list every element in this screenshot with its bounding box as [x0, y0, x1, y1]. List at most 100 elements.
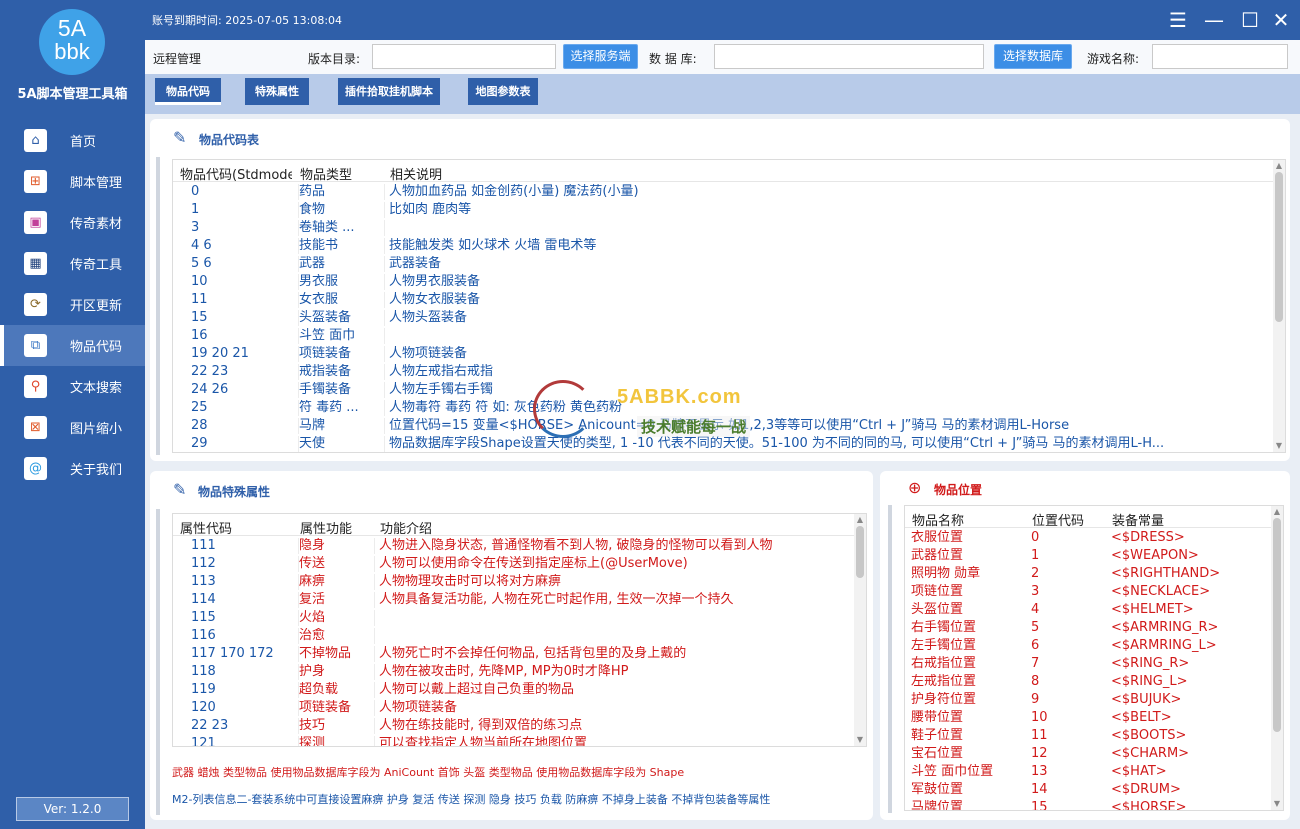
item-position-grid[interactable]: 物品名称 位置代码 装备常量 衣服位置 0 <$DRESS> 武器位置 1 <$WEAPO… [904, 505, 1284, 811]
scroll-up-icon[interactable]: ▲ [1273, 160, 1285, 172]
table-cell: 0 [1031, 530, 1040, 545]
scroll-down-icon[interactable]: ▼ [854, 734, 866, 746]
scroll-up-icon[interactable]: ▲ [1271, 506, 1283, 518]
nav-label: 脚本管理 [70, 176, 123, 191]
nav-item[interactable]: ▦ 传奇工具 [0, 243, 145, 284]
scroll-thumb[interactable] [856, 526, 864, 578]
table-row[interactable]: 左手镯位置 6 <$ARMRING_L> [905, 637, 1283, 655]
tab-special-attributes[interactable]: 特殊属性 [245, 78, 309, 105]
table-row[interactable]: 鞋子位置 11 <$BOOTS> [905, 727, 1283, 745]
table-row[interactable]: 116 治愈 [173, 627, 866, 645]
column-header[interactable]: 物品类型 [300, 164, 352, 183]
table-cell: 13 [1031, 764, 1048, 779]
table-cell: 护身 [299, 664, 375, 680]
minimize-icon[interactable]: — [1202, 8, 1226, 32]
column-header[interactable]: 装备常量 [1112, 510, 1164, 529]
close-icon[interactable]: ✕ [1269, 8, 1293, 32]
table-row[interactable]: 22 23 技巧 人物在练技能时, 得到双倍的练习点 [173, 717, 866, 735]
table-row[interactable]: 121 探测 可以查找指定人物当前所在地图位置 [173, 735, 866, 746]
table-row[interactable]: 119 超负载 人物可以戴上超过自己负重的物品 [173, 681, 866, 699]
table-row[interactable]: 16 斗笠 面巾 [173, 327, 1285, 345]
column-header[interactable]: 物品代码(Stdmode) [180, 164, 292, 183]
column-header[interactable]: 相关说明 [390, 164, 442, 183]
table-row[interactable]: 120 项链装备 人物项链装备 [173, 699, 866, 717]
table-row[interactable]: 1 食物 比如肉 鹿肉等 [173, 201, 1285, 219]
nav-item[interactable]: ⊠ 图片缩小 [0, 407, 145, 448]
table-cell: 探测 [299, 736, 375, 746]
game-name-input[interactable] [1152, 44, 1288, 69]
table-row[interactable]: 军鼓位置 14 <$DRUM> [905, 781, 1283, 799]
special-attr-grid[interactable]: 属性代码 属性功能 功能介绍 111 隐身 人物进入隐身状态, 普通怪物看不到人物,… [172, 513, 867, 747]
table-cell: 121 [191, 736, 299, 746]
divider [888, 505, 892, 813]
menu-icon[interactable]: ☰ [1166, 8, 1190, 32]
remote-manage-label[interactable]: 远程管理 [153, 50, 201, 67]
select-server-button[interactable]: 选择服务端 [563, 44, 638, 69]
table-row[interactable]: 腰带位置 10 <$BELT> [905, 709, 1283, 727]
scrollbar[interactable]: ▲ ▼ [1271, 506, 1283, 810]
table-row[interactable]: 马牌位置 15 <$HORSE> [905, 799, 1283, 810]
scroll-down-icon[interactable]: ▼ [1271, 798, 1283, 810]
table-cell: 人物左手镯右手镯 [389, 382, 494, 397]
table-row[interactable]: 5 6 武器 武器装备 [173, 255, 1285, 273]
table-row[interactable]: 左戒指位置 8 <$RING_L> [905, 673, 1283, 691]
version-dir-input[interactable] [372, 44, 556, 69]
column-header[interactable]: 功能介绍 [380, 518, 432, 537]
table-cell: 技巧 [299, 718, 375, 734]
maximize-icon[interactable]: ☐ [1238, 8, 1262, 32]
table-cell: 22 23 [191, 718, 299, 734]
scroll-thumb[interactable] [1275, 172, 1283, 322]
table-row[interactable]: 115 火焰 [173, 609, 866, 627]
table-row[interactable]: 112 传送 人物可以使用命令在传送到指定座标上(@UserMove) [173, 555, 866, 573]
table-row[interactable]: 117 170 172 不掉物品 人物死亡时不会掉任何物品, 包括背包里的及身上戴的 [173, 645, 866, 663]
nav-item[interactable]: ⊞ 脚本管理 [0, 161, 145, 202]
table-row[interactable]: 22 23 戒指装备 人物左戒指右戒指 [173, 363, 1285, 381]
table-row[interactable]: 111 隐身 人物进入隐身状态, 普通怪物看不到人物, 破隐身的怪物可以看到人物 [173, 537, 866, 555]
select-database-button[interactable]: 选择数据库 [994, 44, 1072, 69]
tab-plugin-script[interactable]: 插件拾取挂机脚本 [338, 78, 440, 105]
column-header[interactable]: 物品名称 [912, 510, 964, 529]
scrollbar[interactable]: ▲ ▼ [1273, 160, 1285, 452]
table-row[interactable]: 右手镯位置 5 <$ARMRING_R> [905, 619, 1283, 637]
nav-item[interactable]: ⟳ 开区更新 [0, 284, 145, 325]
table-row[interactable]: 118 护身 人物在被攻击时, 先降MP, MP为0时才降HP [173, 663, 866, 681]
column-header[interactable]: 位置代码 [1032, 510, 1084, 529]
nav-item[interactable]: ▣ 传奇素材 [0, 202, 145, 243]
nav-item[interactable]: ⌂ 首页 [0, 120, 145, 161]
nav-item[interactable]: ⧉ 物品代码 [0, 325, 145, 366]
table-row[interactable]: 护身符位置 9 <$BUJUK> [905, 691, 1283, 709]
table-row[interactable]: 3 卷轴类 ... [173, 219, 1285, 237]
table-row[interactable]: 10 男衣服 人物男衣服装备 [173, 273, 1285, 291]
table-row[interactable]: 4 6 技能书 技能触发类 如火球术 火墙 雷电术等 [173, 237, 1285, 255]
table-row[interactable]: 照明物 勋章 2 <$RIGHTHAND> [905, 565, 1283, 583]
database-input[interactable] [714, 44, 984, 69]
column-header[interactable]: 属性功能 [300, 518, 352, 537]
table-row[interactable]: 114 复活 人物具备复活功能, 人物在死亡时起作用, 生效一次掉一个持久 [173, 591, 866, 609]
nav-item[interactable]: @ 关于我们 [0, 448, 145, 489]
table-row[interactable]: 15 头盔装备 人物头盔装备 [173, 309, 1285, 327]
table-row[interactable]: 武器位置 1 <$WEAPON> [905, 547, 1283, 565]
scroll-thumb[interactable] [1273, 518, 1281, 732]
table-row[interactable]: 19 20 21 项链装备 人物项链装备 [173, 345, 1285, 363]
scroll-down-icon[interactable]: ▼ [1273, 440, 1285, 452]
table-cell: 人物左戒指右戒指 [389, 364, 494, 379]
table-cell: <$ARMRING_L> [1111, 638, 1217, 653]
table-row[interactable]: 宝石位置 12 <$CHARM> [905, 745, 1283, 763]
table-row[interactable]: 项链位置 3 <$NECKLACE> [905, 583, 1283, 601]
table-row[interactable]: 头盔位置 4 <$HELMET> [905, 601, 1283, 619]
table-cell: 3 [191, 220, 299, 236]
table-row[interactable]: 右戒指位置 7 <$RING_R> [905, 655, 1283, 673]
table-row[interactable]: 0 药品 人物加血药品 如金创药(小量) 魔法药(小量) [173, 183, 1285, 201]
table-row[interactable]: 衣服位置 0 <$DRESS> [905, 529, 1283, 547]
edit-icon: ✎ [173, 128, 187, 147]
tab-item-code[interactable]: 物品代码 [155, 78, 221, 105]
tab-map-params[interactable]: 地图参数表 [468, 78, 538, 105]
scroll-up-icon[interactable]: ▲ [854, 514, 866, 526]
nav-item[interactable]: ⚲ 文本搜索 [0, 366, 145, 407]
table-row[interactable]: 113 麻痹 人物物理攻击时可以将对方麻痹 [173, 573, 866, 591]
table-row[interactable]: 斗笠 面巾位置 13 <$HAT> [905, 763, 1283, 781]
column-header[interactable]: 属性代码 [180, 518, 232, 537]
about-icon: @ [24, 457, 47, 480]
scrollbar[interactable]: ▲ ▼ [854, 514, 866, 746]
table-row[interactable]: 11 女衣服 人物女衣服装备 [173, 291, 1285, 309]
